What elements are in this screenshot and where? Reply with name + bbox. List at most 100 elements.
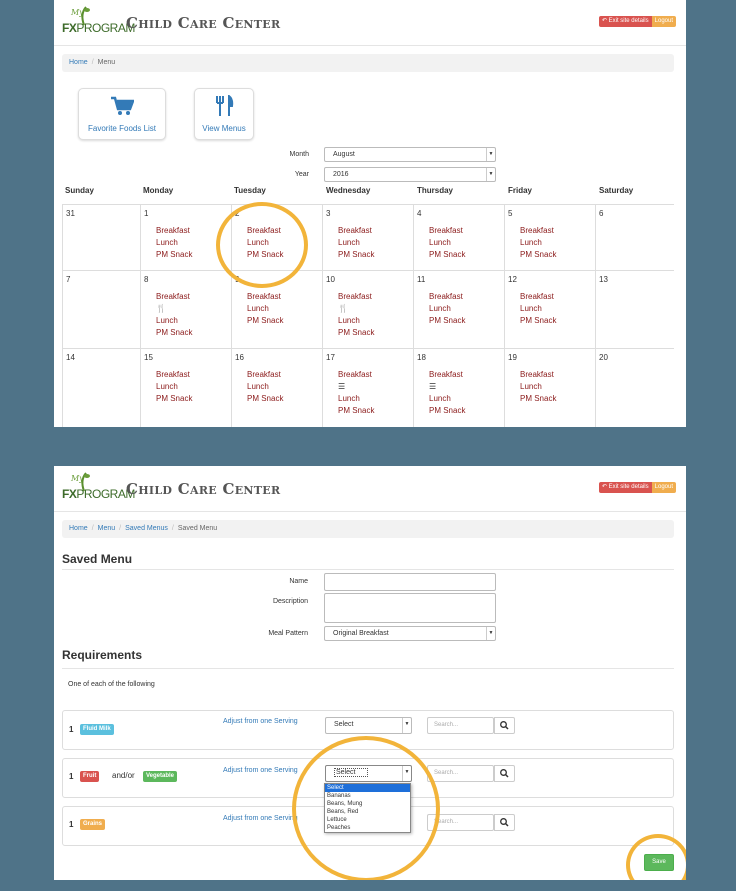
adjust-serving-link[interactable]: Adjust from one Serving: [223, 815, 298, 822]
breadcrumb-saved-menus-link[interactable]: Saved Menus: [125, 525, 168, 532]
calendar-day[interactable]: 6: [595, 204, 674, 270]
calendar-day[interactable]: 11 Breakfast Lunch PM Snack: [413, 270, 504, 348]
search-icon: [500, 721, 509, 730]
calendar-day[interactable]: 12 Breakfast Lunch PM Snack: [504, 270, 595, 348]
pm-snack-link[interactable]: PM Snack: [338, 328, 374, 337]
calendar-day[interactable]: 8 Breakfast 🍴 Lunch PM Snack: [140, 270, 231, 348]
meal-pattern-label: Meal Pattern: [268, 630, 308, 637]
calendar-day[interactable]: 7: [62, 270, 140, 348]
calendar-day[interactable]: 20: [595, 348, 674, 427]
lunch-link[interactable]: Lunch: [247, 382, 269, 391]
year-select[interactable]: 2016 ▼: [324, 167, 496, 182]
divider: [62, 668, 674, 669]
breakfast-link[interactable]: Breakfast: [429, 226, 463, 235]
calendar-day[interactable]: 18 Breakfast ☰ Lunch PM Snack: [413, 348, 504, 427]
breakfast-link[interactable]: Breakfast: [247, 370, 281, 379]
breakfast-link[interactable]: Breakfast: [338, 370, 372, 379]
logout-button[interactable]: Logout: [651, 482, 676, 493]
search-button[interactable]: [494, 814, 515, 831]
search-button[interactable]: [494, 765, 515, 782]
search-button[interactable]: [494, 717, 515, 734]
lunch-link[interactable]: Lunch: [429, 304, 451, 313]
lunch-link[interactable]: Lunch: [338, 316, 360, 325]
name-input[interactable]: [324, 573, 496, 591]
pm-snack-link[interactable]: PM Snack: [429, 316, 465, 325]
pm-snack-link[interactable]: PM Snack: [156, 250, 192, 259]
calendar-day[interactable]: 19 Breakfast Lunch PM Snack: [504, 348, 595, 427]
pm-snack-link[interactable]: PM Snack: [156, 394, 192, 403]
search-input[interactable]: Search...: [427, 717, 494, 734]
weekday-header: Monday: [143, 186, 174, 195]
calendar-day[interactable]: 17 Breakfast ☰ Lunch PM Snack: [322, 348, 413, 427]
pm-snack-link[interactable]: PM Snack: [520, 250, 556, 259]
breakfast-link[interactable]: Breakfast: [247, 292, 281, 301]
logo-wordmark: FXPROGRAM: [62, 487, 135, 501]
fruit-badge: Fruit: [80, 771, 100, 782]
description-textarea[interactable]: [324, 593, 496, 623]
pm-snack-link[interactable]: PM Snack: [520, 316, 556, 325]
view-menus-tile[interactable]: View Menus: [194, 88, 254, 140]
list-icon[interactable]: ☰: [338, 382, 345, 391]
calendar-day[interactable]: 13: [595, 270, 674, 348]
adjust-serving-link[interactable]: Adjust from one Serving: [223, 767, 298, 774]
pm-snack-link[interactable]: PM Snack: [156, 328, 192, 337]
fx-program-logo[interactable]: My FXPROGRAM: [62, 472, 135, 506]
name-label: Name: [289, 578, 308, 585]
site-title: Child Care Center: [126, 14, 281, 32]
search-input[interactable]: Search...: [427, 765, 494, 782]
pm-snack-link[interactable]: PM Snack: [338, 406, 374, 415]
lunch-link[interactable]: Lunch: [156, 238, 178, 247]
breakfast-link[interactable]: Breakfast: [156, 292, 190, 301]
calendar-day[interactable]: 3 Breakfast Lunch PM Snack: [322, 204, 413, 270]
month-select[interactable]: August ▼: [324, 147, 496, 162]
pm-snack-link[interactable]: PM Snack: [429, 250, 465, 259]
weekday-header: Friday: [508, 186, 533, 195]
calendar-day[interactable]: 10 Breakfast 🍴 Lunch PM Snack: [322, 270, 413, 348]
pm-snack-link[interactable]: PM Snack: [520, 394, 556, 403]
pm-snack-link[interactable]: PM Snack: [247, 394, 283, 403]
calendar-day[interactable]: 15 Breakfast Lunch PM Snack: [140, 348, 231, 427]
logout-button[interactable]: Logout: [651, 16, 676, 27]
lunch-link[interactable]: Lunch: [520, 238, 542, 247]
favorite-foods-tile[interactable]: Favorite Foods List: [78, 88, 166, 140]
breakfast-link[interactable]: Breakfast: [338, 292, 372, 301]
cutlery-icon[interactable]: 🍴: [156, 304, 166, 313]
lunch-link[interactable]: Lunch: [156, 316, 178, 325]
lunch-link[interactable]: Lunch: [338, 238, 360, 247]
breakfast-link[interactable]: Breakfast: [338, 226, 372, 235]
lunch-link[interactable]: Lunch: [338, 394, 360, 403]
meal-pattern-select[interactable]: Original Breakfast ▼: [324, 626, 496, 641]
pm-snack-link[interactable]: PM Snack: [429, 406, 465, 415]
calendar-day[interactable]: 14: [62, 348, 140, 427]
breadcrumb-home-link[interactable]: Home: [69, 525, 88, 532]
lunch-link[interactable]: Lunch: [429, 394, 451, 403]
pm-snack-link[interactable]: PM Snack: [247, 316, 283, 325]
adjust-serving-link[interactable]: Adjust from one Serving: [223, 718, 298, 725]
vegetable-badge: Vegetable: [143, 771, 178, 782]
fx-program-logo[interactable]: My FXPROGRAM: [62, 6, 135, 40]
exit-site-details-button[interactable]: ↶ Exit site details: [598, 482, 652, 493]
exit-site-details-button[interactable]: ↶ Exit site details: [598, 16, 652, 27]
breadcrumb-menu-link[interactable]: Menu: [98, 525, 116, 532]
list-icon[interactable]: ☰: [429, 382, 436, 391]
food-select[interactable]: Select ▼: [325, 717, 412, 734]
cutlery-icon[interactable]: 🍴: [338, 304, 348, 313]
calendar-day[interactable]: 31: [62, 204, 140, 270]
lunch-link[interactable]: Lunch: [520, 304, 542, 313]
breakfast-link[interactable]: Breakfast: [429, 370, 463, 379]
calendar-day[interactable]: 16 Breakfast Lunch PM Snack: [231, 348, 322, 427]
lunch-link[interactable]: Lunch: [520, 382, 542, 391]
lunch-link[interactable]: Lunch: [247, 304, 269, 313]
pm-snack-link[interactable]: PM Snack: [338, 250, 374, 259]
breakfast-link[interactable]: Breakfast: [156, 226, 190, 235]
breakfast-link[interactable]: Breakfast: [429, 292, 463, 301]
lunch-link[interactable]: Lunch: [429, 238, 451, 247]
breakfast-link[interactable]: Breakfast: [156, 370, 190, 379]
breadcrumb-home-link[interactable]: Home: [69, 59, 88, 66]
lunch-link[interactable]: Lunch: [156, 382, 178, 391]
breakfast-link[interactable]: Breakfast: [520, 292, 554, 301]
calendar-day[interactable]: 4 Breakfast Lunch PM Snack: [413, 204, 504, 270]
breakfast-link[interactable]: Breakfast: [520, 370, 554, 379]
calendar-day[interactable]: 5 Breakfast Lunch PM Snack: [504, 204, 595, 270]
breakfast-link[interactable]: Breakfast: [520, 226, 554, 235]
